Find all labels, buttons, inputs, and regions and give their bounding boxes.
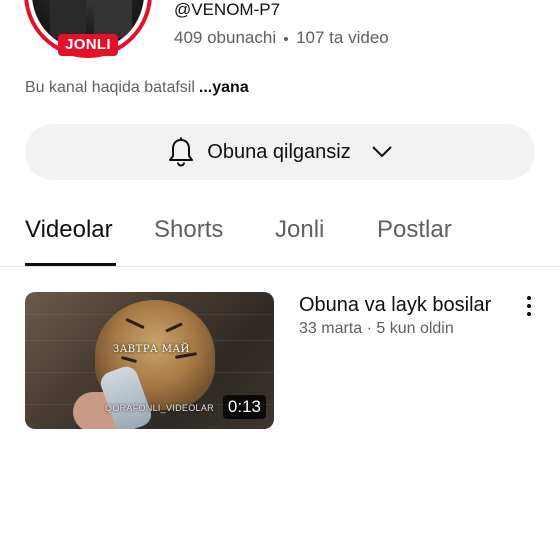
tab-jonli[interactable]: Jonli [275,216,324,244]
channel-tabs: Videolar Shorts Jonli Postlar [0,206,560,266]
video-list-item[interactable]: ЗАВТРА МАЙ QORAFONLI_VIDEOLAR 0:13 Obuna… [25,292,535,429]
tab-videolar[interactable]: Videolar [25,216,113,244]
about-text: Bu kanal haqida batafsil [25,79,195,96]
avatar-figure-right [94,0,132,38]
separator-dot [284,36,289,41]
bell-icon [169,137,194,167]
video-meta: 33 marta · 5 kun oldin [299,320,454,337]
subscriber-count: 409 obunachi [174,28,277,47]
channel-handle: @VENOM-P7 [174,0,281,19]
channel-about[interactable]: Bu kanal haqida batafsil ...yana [25,79,249,97]
video-count: 107 ta video [296,28,389,47]
live-badge: JONLI [58,34,118,56]
video-duration: 0:13 [222,395,266,419]
channel-avatar[interactable]: JONLI [24,0,152,58]
subscribed-button-label: Obuna qilgansiz [207,140,351,163]
tabs-divider [0,266,560,267]
more-options-icon[interactable] [523,294,535,318]
video-thumbnail[interactable]: ЗАВТРА МАЙ QORAFONLI_VIDEOLAR 0:13 [25,292,274,429]
thumbnail-caption-bottom: QORAFONLI_VIDEOLAR [105,403,214,413]
channel-stats: 409 obunachi 107 ta video [174,28,389,48]
about-more-link[interactable]: ...yana [199,79,249,96]
thumbnail-caption-top: ЗАВТРА МАЙ [113,344,190,355]
avatar-figure-left [50,0,86,38]
video-title[interactable]: Obuna va layk bosilar [299,294,491,317]
tab-shorts[interactable]: Shorts [154,216,223,244]
chevron-down-icon [372,146,392,158]
subscribed-button[interactable]: Obuna qilgansiz [25,124,535,180]
tab-postlar[interactable]: Postlar [377,216,452,244]
